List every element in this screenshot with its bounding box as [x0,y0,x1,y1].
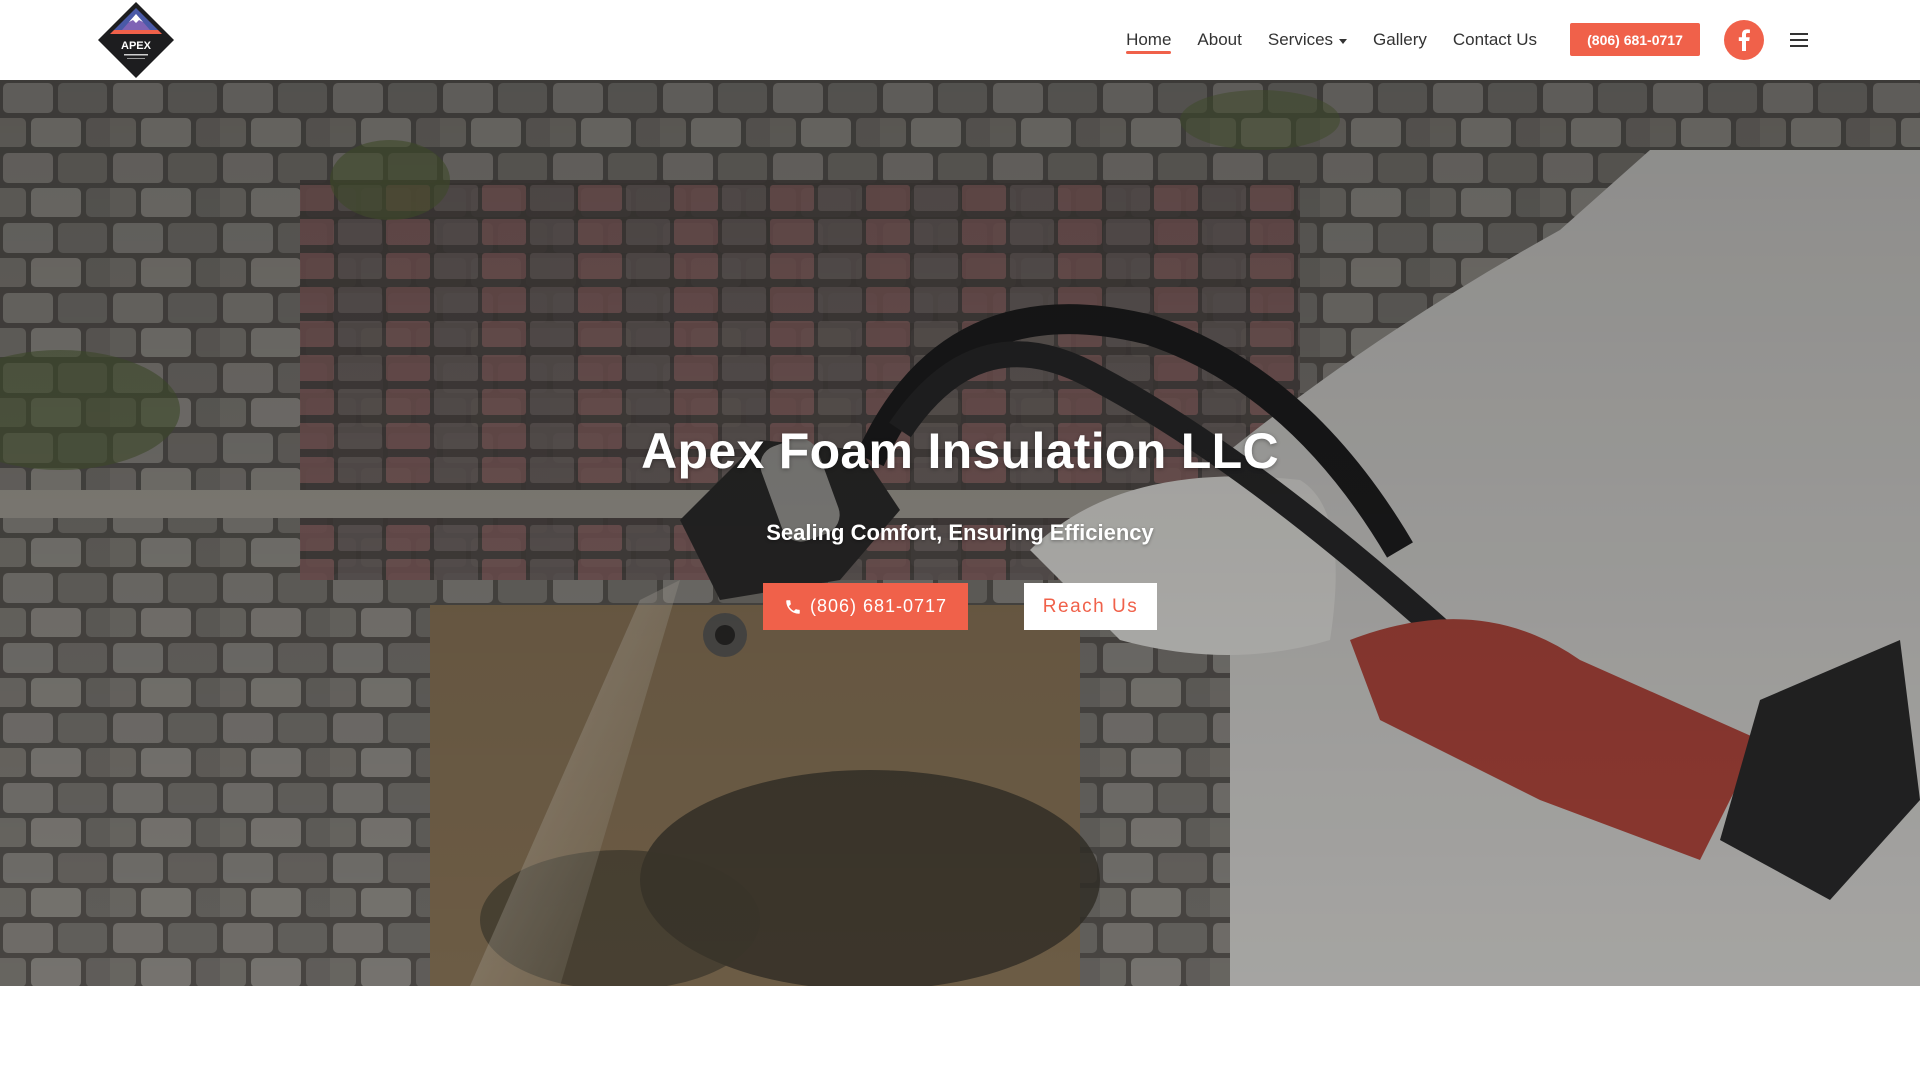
header-phone-button[interactable]: (806) 681-0717 [1570,23,1700,56]
hero-title: Apex Foam Insulation LLC [641,423,1279,479]
main-nav: Home About Services Gallery Contact Us [1113,0,1550,80]
nav-gallery-label: Gallery [1373,30,1427,49]
nav-services[interactable]: Services [1255,0,1360,80]
nav-home[interactable]: Home [1113,0,1184,80]
apex-logo[interactable]: APEX [96,0,176,80]
hero-call-label: (806) 681-0717 [809,596,948,616]
nav-contact-us-label: Contact Us [1452,30,1537,49]
phone-icon [786,599,800,614]
nav-services-label: Services [1267,30,1334,49]
caret-down-icon [1339,38,1348,44]
hero-subtitle: Sealing Comfort, Ensuring Efficiency [766,520,1154,545]
nav-about[interactable]: About [1184,0,1254,80]
facebook-icon [1738,29,1750,51]
reach-us-button[interactable]: Reach Us [1024,583,1157,630]
facebook-button[interactable] [1724,20,1764,60]
svg-text:APEX: APEX [121,40,152,52]
site-header: APEX Home About Services Gallery Contact… [0,0,1920,80]
apex-logo-icon: APEX [98,2,174,78]
reach-us-label: Reach Us [1042,595,1139,617]
nav-home-label: Home [1126,30,1172,49]
hero-section: Apex Foam Insulation LLC Sealing Comfort… [0,80,1920,986]
hamburger-menu-icon[interactable] [1790,28,1812,52]
nav-gallery[interactable]: Gallery [1360,0,1440,80]
header-phone-label: (806) 681-0717 [1587,31,1683,48]
nav-about-label: About [1197,30,1242,49]
hero-call-button[interactable]: (806) 681-0717 [763,583,968,630]
nav-contact-us[interactable]: Contact Us [1440,0,1550,80]
